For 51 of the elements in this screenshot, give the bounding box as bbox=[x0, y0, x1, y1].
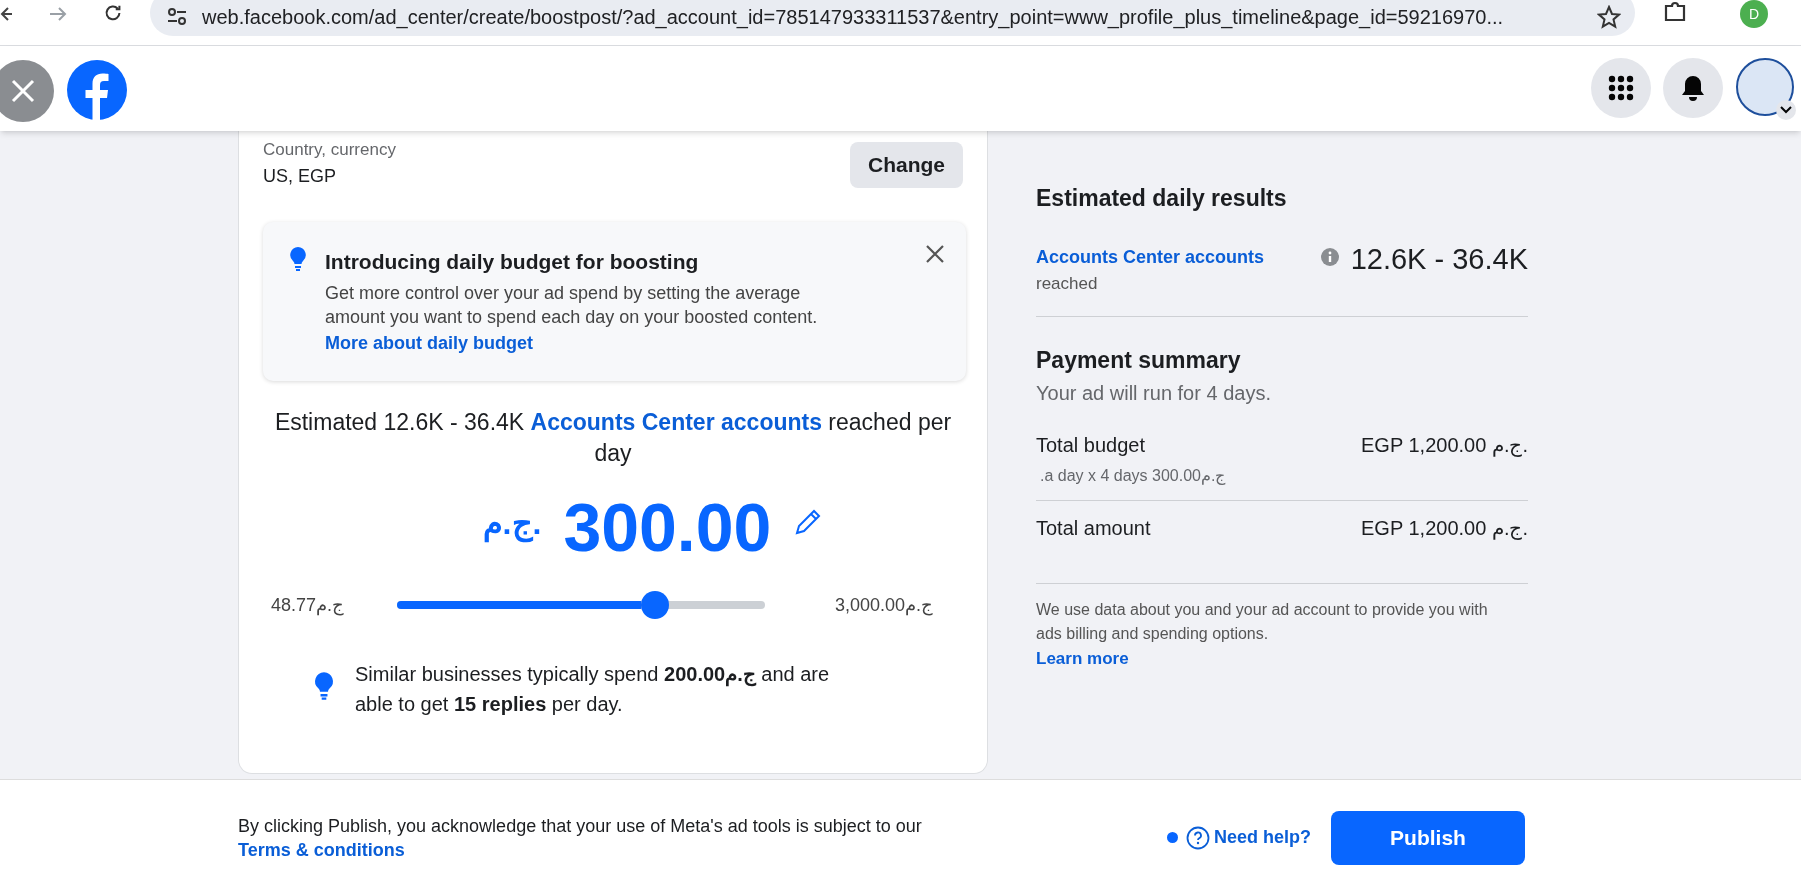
lightbulb-icon bbox=[313, 671, 335, 701]
profile-avatar[interactable]: D bbox=[1740, 0, 1768, 28]
country-label: Country, currency bbox=[263, 139, 396, 161]
logo-icon[interactable] bbox=[67, 60, 127, 120]
publish-button[interactable]: Publish bbox=[1331, 810, 1525, 865]
account-menu-button[interactable] bbox=[1776, 100, 1796, 120]
learn-more-link[interactable]: Learn more bbox=[1036, 645, 1129, 671]
budget-slider[interactable] bbox=[397, 591, 765, 619]
account-avatar[interactable] bbox=[1736, 58, 1794, 116]
payment-amount: EGP 1,200.00 ج.م. bbox=[1361, 432, 1528, 459]
budget-amount[interactable]: 300.00 bbox=[563, 493, 772, 561]
chevron-down-icon bbox=[1780, 106, 1792, 114]
payment-label: Total budget bbox=[1036, 432, 1146, 458]
close-button[interactable] bbox=[0, 60, 54, 122]
address-bar[interactable]: web.facebook.com/ad_center/create/boostpost/?ad_account_id=785147933311537&entry_point=www_profile_plus_timeline&page_id=59216970... bbox=[150, 0, 1635, 36]
payment-detail: .a day x 4 days 300.00ج.م bbox=[1039, 465, 1226, 487]
accounts-center-link[interactable]: Accounts Center accounts bbox=[1036, 243, 1265, 271]
help-icon bbox=[1186, 825, 1210, 850]
change-button[interactable]: Change bbox=[850, 142, 963, 188]
menu-button[interactable] bbox=[1591, 58, 1651, 118]
close-icon bbox=[10, 78, 36, 104]
disclaimer-text: We use data about you and your ad account to provide you with ads billing and spending options. bbox=[1036, 599, 1489, 644]
star-icon[interactable] bbox=[1597, 5, 1621, 29]
payment-heading: Payment summary bbox=[1036, 346, 1242, 375]
accounts-center-link[interactable]: Accounts Center accounts bbox=[530, 409, 822, 435]
notice-text: Get more control over your ad spend by setting the average amount you want to spend each day on your boosted content. bbox=[325, 282, 819, 329]
bell-icon bbox=[1680, 74, 1706, 102]
terms-link[interactable]: Terms & conditions bbox=[238, 839, 405, 860]
currency-symbol: ج.م. bbox=[482, 504, 542, 545]
lightbulb-icon bbox=[289, 245, 307, 272]
results-heading: Estimated daily results bbox=[1036, 184, 1288, 213]
daily-budget-link[interactable]: More about daily budget bbox=[325, 330, 865, 357]
minimum-budget: 48.77ج.م bbox=[271, 593, 346, 618]
payment-duration: Your ad will run for 4 days. bbox=[1036, 380, 1272, 406]
footer-text: By clicking Publish, you acknowledge that your use of Meta's ad tools is subject to our bbox=[238, 815, 922, 836]
grid-icon bbox=[1608, 75, 1634, 101]
url-text: web.facebook.com/ad_center/create/boostpost/?ad_account_id=785147933311537&entry_point=www_profile_plus_timeline&page_id=59216970... bbox=[202, 5, 1504, 31]
info-icon[interactable] bbox=[1320, 247, 1339, 266]
payment-amount: EGP 1,200.00 ج.م. bbox=[1361, 515, 1528, 542]
notice-title: Introducing daily budget for boosting bbox=[325, 248, 700, 275]
reach-estimate: 12.6K - 36.4K bbox=[1350, 243, 1528, 274]
notifications-button[interactable] bbox=[1663, 58, 1723, 118]
slider-thumb[interactable] bbox=[640, 591, 669, 619]
site-settings-icon[interactable] bbox=[166, 6, 188, 28]
estimate-text: Estimated 12.6K - 36.4K Accounts Center accounts reached per day bbox=[273, 408, 953, 468]
help-link[interactable]: Need help? bbox=[1186, 824, 1311, 851]
country-value: US, EGP bbox=[263, 164, 338, 188]
maximum-budget: 3,000.00ج.م bbox=[834, 593, 933, 618]
payment-label: Total amount bbox=[1036, 515, 1151, 541]
close-icon[interactable] bbox=[925, 243, 945, 264]
metric-sublabel: reached bbox=[1036, 272, 1099, 295]
